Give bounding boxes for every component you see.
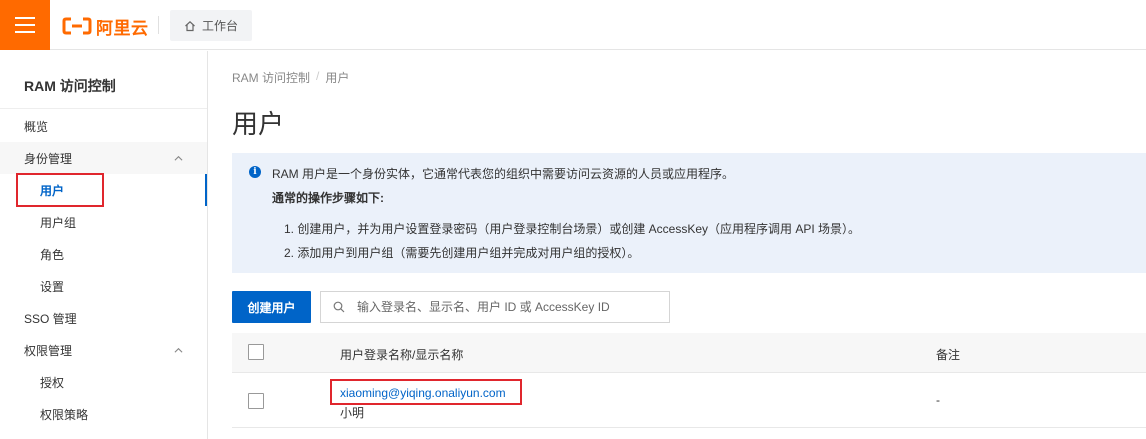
search-field[interactable]: [320, 291, 670, 323]
sidebar-item-settings[interactable]: 设置: [0, 270, 207, 302]
info-icon: i: [249, 166, 261, 178]
user-highlight-box: [330, 379, 522, 405]
sidebar-item-overview[interactable]: 概览: [0, 110, 207, 142]
workbench-label: 工作台: [201, 19, 238, 33]
sidebar-highlight-box: [16, 173, 104, 207]
breadcrumb-separator: /: [316, 69, 320, 83]
workbench-button[interactable]: 工作台: [170, 10, 252, 41]
menu-icon[interactable]: [0, 0, 50, 50]
sidebar-item-label: 用户组: [40, 215, 77, 230]
sidebar-item-label: 概览: [24, 119, 49, 134]
sidebar-item-label: 权限策略: [40, 407, 89, 422]
brand-name: 阿里云: [96, 18, 149, 38]
info-step-1: 1. 创建用户，并为用户设置登录密码（用户登录控制台场景）或创建 AccessK…: [284, 222, 861, 236]
sidebar-item-label: 权限管理: [24, 343, 73, 358]
table-header: 用户登录名称/显示名称 备注: [232, 333, 1146, 373]
sidebar-item-sso[interactable]: SSO 管理: [0, 302, 207, 334]
info-description: RAM 用户是一个身份实体，它通常代表您的组织中需要访问云资源的人员或应用程序。: [272, 167, 735, 181]
info-notice: i RAM 用户是一个身份实体，它通常代表您的组织中需要访问云资源的人员或应用程…: [232, 153, 1146, 273]
sidebar-item-grants[interactable]: 授权: [0, 366, 207, 398]
chevron-up-icon: [174, 155, 183, 161]
top-bar: 阿里云 工作台: [0, 0, 1146, 50]
chevron-up-icon: [174, 347, 183, 353]
aliyun-logo-icon: [62, 17, 92, 35]
header-divider: [158, 16, 159, 34]
breadcrumb-root-link[interactable]: RAM 访问控制: [232, 69, 310, 86]
sidebar-item-policies[interactable]: 权限策略: [0, 398, 207, 430]
sidebar: RAM 访问控制 概览 身份管理 用户 用户组 角色 设置 SSO 管理 权限管…: [0, 51, 208, 439]
search-icon: [333, 301, 345, 313]
column-header-remark: 备注: [936, 348, 961, 362]
info-step-2: 2. 添加用户到用户组（需要先创建用户组并完成对用户组的授权）。: [284, 246, 640, 260]
column-header-login: 用户登录名称/显示名称: [340, 348, 464, 362]
page-title: 用户: [232, 109, 285, 139]
sidebar-item-identity[interactable]: 身份管理: [0, 142, 207, 174]
sidebar-item-groups[interactable]: 用户组: [0, 206, 207, 238]
sidebar-item-label: 设置: [40, 279, 65, 294]
home-icon: [185, 20, 195, 31]
user-remark: -: [936, 393, 940, 407]
sidebar-divider: [0, 108, 207, 109]
sidebar-item-permissions[interactable]: 权限管理: [0, 334, 207, 366]
sidebar-title: RAM 访问控制: [24, 78, 116, 94]
user-display-name: 小明: [340, 406, 365, 420]
select-all-checkbox[interactable]: [248, 344, 264, 360]
sidebar-item-label: 角色: [40, 247, 65, 262]
create-user-button[interactable]: 创建用户: [232, 291, 311, 323]
row-checkbox[interactable]: [248, 393, 264, 409]
search-input[interactable]: [357, 300, 657, 314]
sidebar-item-label: 身份管理: [24, 151, 73, 166]
sidebar-item-label: 授权: [40, 375, 65, 390]
active-indicator: [205, 174, 207, 206]
sidebar-item-label: SSO 管理: [24, 311, 77, 326]
aliyun-logo[interactable]: 阿里云: [62, 15, 149, 38]
sidebar-item-roles[interactable]: 角色: [0, 238, 207, 270]
breadcrumb: RAM 访问控制 / 用户: [232, 69, 349, 86]
info-steps-heading: 通常的操作步骤如下:: [272, 191, 384, 205]
breadcrumb-current: 用户: [325, 71, 350, 85]
